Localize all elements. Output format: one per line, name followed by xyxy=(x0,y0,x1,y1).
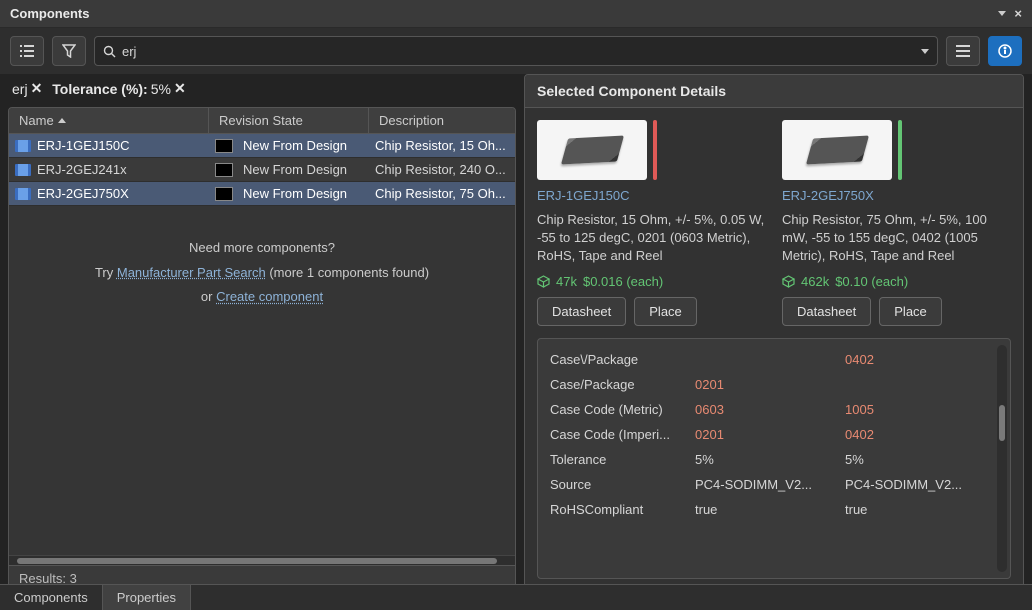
property-value-b: true xyxy=(845,502,995,517)
close-icon[interactable]: × xyxy=(1014,6,1022,21)
property-row: SourcePC4-SODIMM_V2...PC4-SODIMM_V2... xyxy=(550,472,1004,497)
datasheet-button[interactable]: Datasheet xyxy=(537,297,626,326)
component-icon xyxy=(15,140,31,152)
results-pane: erj✕ Tolerance (%): 5%✕ Name Revision St… xyxy=(8,74,516,592)
selected-component-card: ERJ-2GEJ750X Chip Resistor, 75 Ohm, +/- 5… xyxy=(782,120,1011,326)
revision-swatch-icon xyxy=(215,163,233,177)
property-row: RoHSComplianttruetrue xyxy=(550,497,1004,522)
property-value-b: 5% xyxy=(845,452,995,467)
bottom-tab-bar: Components Properties xyxy=(0,584,1032,610)
create-component-link[interactable]: Create component xyxy=(216,289,323,304)
details-pane: Selected Component Details ERJ-1GEJ150C C… xyxy=(524,74,1024,592)
component-image xyxy=(537,120,647,180)
panel-titlebar: Components × xyxy=(0,0,1032,28)
view-list-button[interactable] xyxy=(10,36,44,66)
filter-bar: erj✕ Tolerance (%): 5%✕ xyxy=(8,74,516,107)
component-icon xyxy=(15,164,31,176)
tab-components[interactable]: Components xyxy=(0,585,102,610)
search-input[interactable] xyxy=(116,44,921,59)
property-name: Case/Package xyxy=(550,377,695,392)
property-value-b: 1005 xyxy=(845,402,995,417)
property-row: Tolerance5%5% xyxy=(550,447,1004,472)
property-name: Case Code (Metric) xyxy=(550,402,695,417)
diff-stripe-icon xyxy=(898,120,902,180)
stock-price: 47k $0.016 (each) xyxy=(537,274,766,289)
cube-icon xyxy=(537,275,550,288)
vertical-scrollbar[interactable] xyxy=(997,345,1007,572)
property-row: Case Code (Metric)06031005 xyxy=(550,397,1004,422)
property-name: Tolerance xyxy=(550,452,695,467)
more-components-message: Need more components? Try Manufacturer P… xyxy=(9,206,515,320)
tab-properties[interactable]: Properties xyxy=(102,585,191,610)
remove-filter-icon[interactable]: ✕ xyxy=(31,80,43,97)
property-name: Case Code (Imperi... xyxy=(550,427,695,442)
component-image xyxy=(782,120,892,180)
component-description: Chip Resistor, 75 Ohm, +/- 5%, 100 mW, -… xyxy=(782,211,1011,266)
stock-price: 462k $0.10 (each) xyxy=(782,274,1011,289)
property-name: RoHSCompliant xyxy=(550,502,695,517)
property-value-b: 0402 xyxy=(845,427,995,442)
search-box[interactable] xyxy=(94,36,938,66)
property-row: Case Code (Imperi...02010402 xyxy=(550,422,1004,447)
filter-button[interactable] xyxy=(52,36,86,66)
property-value-a: PC4-SODIMM_V2... xyxy=(695,477,845,492)
comparison-table: Case\/Package0402Case/Package0201Case Co… xyxy=(537,338,1011,579)
place-button[interactable]: Place xyxy=(634,297,697,326)
property-value-a: 0201 xyxy=(695,377,845,392)
selected-component-card: ERJ-1GEJ150C Chip Resistor, 15 Ohm, +/- 5… xyxy=(537,120,766,326)
details-header: Selected Component Details xyxy=(525,75,1023,108)
property-name: Source xyxy=(550,477,695,492)
property-value-a: 0603 xyxy=(695,402,845,417)
table-row[interactable]: ERJ-1GEJ150CNew From DesignChip Resistor… xyxy=(9,134,515,158)
search-dropdown-icon[interactable] xyxy=(921,49,929,54)
part-number-link[interactable]: ERJ-2GEJ750X xyxy=(782,188,1011,203)
column-description[interactable]: Description xyxy=(369,108,515,133)
component-icon xyxy=(15,188,31,200)
remove-filter-icon[interactable]: ✕ xyxy=(174,80,186,97)
sort-asc-icon xyxy=(58,118,66,123)
dropdown-icon[interactable] xyxy=(998,11,1006,16)
diff-stripe-icon xyxy=(653,120,657,180)
revision-swatch-icon xyxy=(215,187,233,201)
property-row: Case/Package0201 xyxy=(550,372,1004,397)
property-value-a: 0201 xyxy=(695,427,845,442)
table-row[interactable]: ERJ-2GEJ750XNew From DesignChip Resistor… xyxy=(9,182,515,206)
property-value-b: PC4-SODIMM_V2... xyxy=(845,477,995,492)
table-row[interactable]: ERJ-2GEJ241xNew From DesignChip Resistor… xyxy=(9,158,515,182)
property-name: Case\/Package xyxy=(550,352,695,367)
cube-icon xyxy=(782,275,795,288)
revision-swatch-icon xyxy=(215,139,233,153)
column-name[interactable]: Name xyxy=(9,108,209,133)
horizontal-scrollbar[interactable] xyxy=(9,555,515,565)
datasheet-button[interactable]: Datasheet xyxy=(782,297,871,326)
filter-chip-erj[interactable]: erj✕ xyxy=(12,80,42,97)
results-table: Name Revision State Description ERJ-1GEJ… xyxy=(8,107,516,592)
property-value-b: 0402 xyxy=(845,352,995,367)
panel-title: Components xyxy=(10,6,89,21)
property-value-a: 5% xyxy=(695,452,845,467)
manufacturer-search-link[interactable]: Manufacturer Part Search xyxy=(117,265,266,280)
property-value-a: true xyxy=(695,502,845,517)
column-revision[interactable]: Revision State xyxy=(209,108,369,133)
info-button[interactable] xyxy=(988,36,1022,66)
place-button[interactable]: Place xyxy=(879,297,942,326)
menu-button[interactable] xyxy=(946,36,980,66)
filter-chip-tolerance[interactable]: Tolerance (%): 5%✕ xyxy=(52,80,185,97)
toolbar xyxy=(0,28,1032,74)
component-description: Chip Resistor, 15 Ohm, +/- 5%, 0.05 W, -… xyxy=(537,211,766,266)
search-icon xyxy=(103,45,116,58)
property-row: Case\/Package 0402 xyxy=(550,347,1004,372)
part-number-link[interactable]: ERJ-1GEJ150C xyxy=(537,188,766,203)
